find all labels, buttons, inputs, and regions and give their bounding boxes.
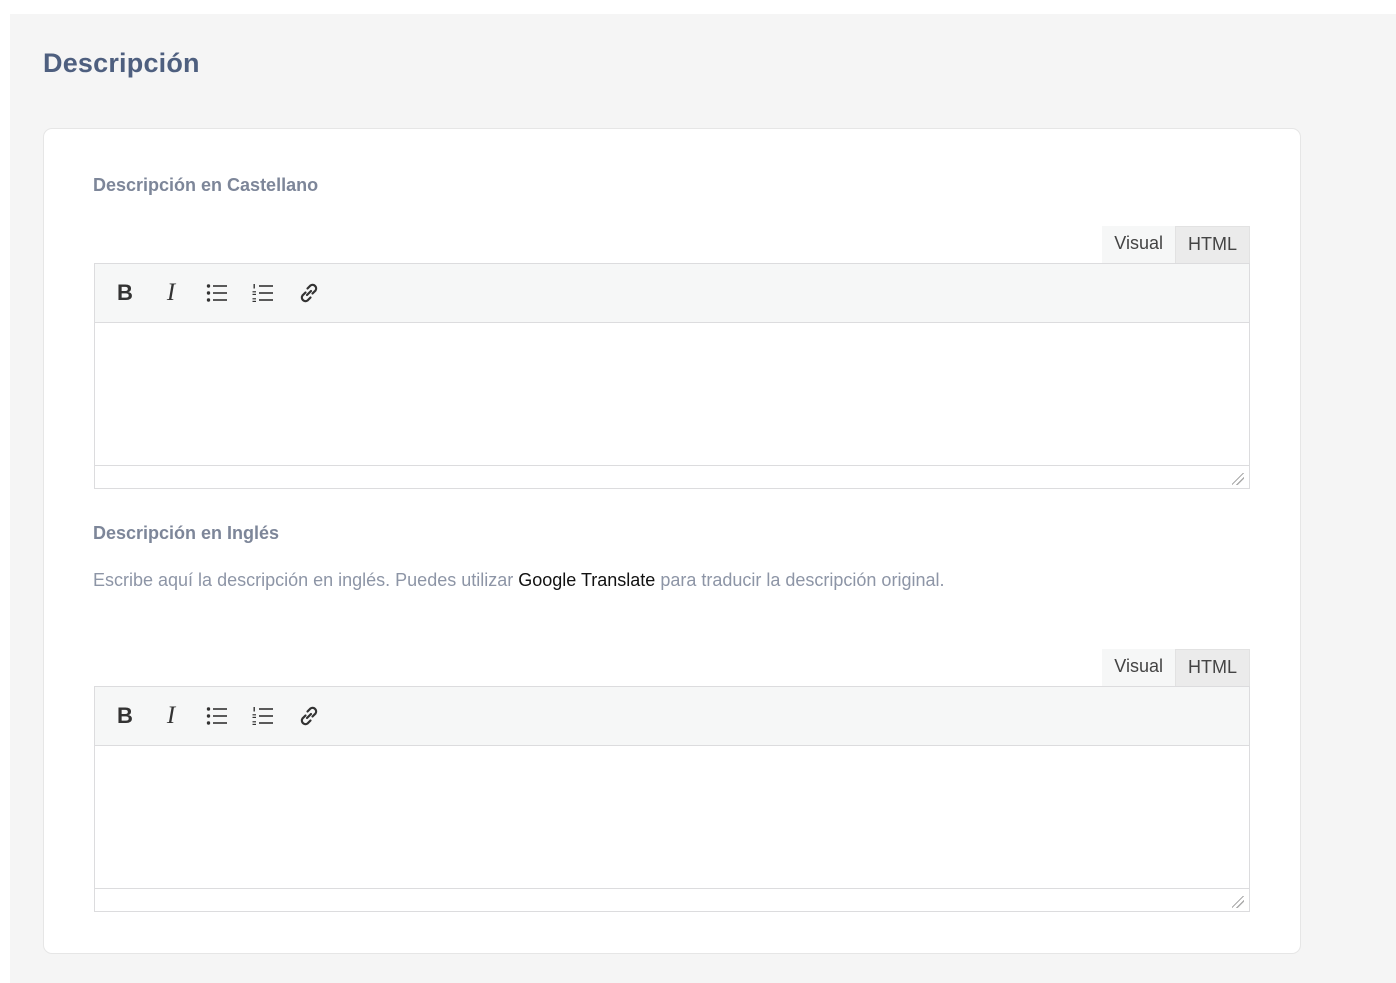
help-text-start: Escribe aquí la descripción en inglés. P… — [93, 570, 519, 590]
tab-visual[interactable]: Visual — [1102, 649, 1175, 686]
section-title: Descripción — [43, 48, 200, 78]
editor-toolbar: B I — [95, 687, 1249, 746]
editor-statusbar — [95, 888, 1249, 911]
spanish-description-label: Descripción en Castellano — [93, 175, 319, 195]
italic-button[interactable]: I — [155, 700, 187, 732]
numbered-list-button[interactable] — [247, 277, 279, 309]
italic-button[interactable]: I — [155, 277, 187, 309]
bold-button[interactable]: B — [109, 277, 141, 309]
editor-mode-tabs: Visual HTML — [1102, 226, 1250, 263]
tab-visual[interactable]: Visual — [1102, 226, 1175, 263]
english-help-text: Escribe aquí la descripción en inglés. P… — [93, 570, 944, 591]
insert-link-button[interactable] — [293, 700, 325, 732]
editor-content-area[interactable] — [95, 323, 1249, 465]
english-editor: Visual HTML B I — [94, 649, 1250, 912]
google-translate-link[interactable]: Google Translate — [518, 570, 655, 590]
resize-handle-icon[interactable] — [1232, 896, 1244, 908]
bold-button[interactable]: B — [109, 700, 141, 732]
bulleted-list-icon — [206, 707, 227, 725]
tab-html[interactable]: HTML — [1175, 649, 1250, 686]
editor-toolbar: B I — [95, 264, 1249, 323]
editor-box: B I — [94, 263, 1250, 489]
tab-html[interactable]: HTML — [1175, 226, 1250, 263]
resize-handle-icon[interactable] — [1232, 473, 1244, 485]
link-icon — [300, 706, 318, 726]
editor-box: B I — [94, 686, 1250, 912]
bulleted-list-button[interactable] — [201, 277, 233, 309]
spanish-editor: Visual HTML B I — [94, 226, 1250, 489]
numbered-list-icon — [252, 707, 273, 725]
editor-content-area[interactable] — [95, 746, 1249, 888]
help-text-end: para traducir la descripción original. — [655, 570, 945, 590]
bulleted-list-icon — [206, 284, 227, 302]
description-panel: Descripción Descripción en Castellano Vi… — [10, 14, 1396, 983]
english-description-label: Descripción en Inglés — [93, 523, 280, 543]
insert-link-button[interactable] — [293, 277, 325, 309]
numbered-list-icon — [252, 284, 273, 302]
description-card: Descripción en Castellano Visual HTML B … — [43, 128, 1301, 954]
link-icon — [300, 283, 318, 303]
editor-statusbar — [95, 465, 1249, 488]
numbered-list-button[interactable] — [247, 700, 279, 732]
bulleted-list-button[interactable] — [201, 700, 233, 732]
editor-mode-tabs: Visual HTML — [1102, 649, 1250, 686]
